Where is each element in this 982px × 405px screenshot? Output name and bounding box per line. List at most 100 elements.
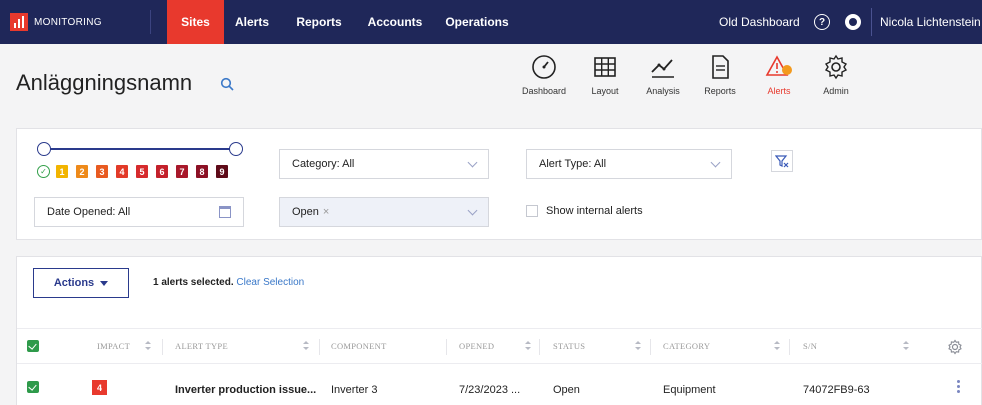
help-button[interactable]: ? bbox=[814, 0, 830, 44]
column-header-sn[interactable]: S/N bbox=[803, 341, 817, 351]
filter-panel: ✓ 123456789 Category: All Alert Type: Al… bbox=[16, 128, 982, 240]
logo-bars-icon bbox=[10, 13, 28, 31]
selection-summary: 1 alerts selected. Clear Selection bbox=[153, 277, 304, 288]
top-nav-bar: MONITORING Sites Alerts Reports Accounts… bbox=[0, 0, 982, 44]
severity-level-7[interactable]: 7 bbox=[176, 165, 188, 178]
nav-separator bbox=[150, 10, 151, 34]
nav-item-accounts[interactable]: Accounts bbox=[360, 0, 430, 44]
severity-level-3[interactable]: 3 bbox=[96, 165, 108, 178]
app-logo[interactable]: MONITORING bbox=[10, 0, 102, 44]
chip-remove-icon[interactable]: × bbox=[323, 206, 329, 218]
nav-item-alerts[interactable]: Alerts bbox=[230, 0, 274, 44]
search-icon[interactable] bbox=[220, 77, 234, 91]
tool-alerts[interactable]: Alerts bbox=[749, 52, 809, 96]
column-separator bbox=[162, 339, 163, 355]
severity-level-5[interactable]: 5 bbox=[136, 165, 148, 178]
severity-level-8[interactable]: 8 bbox=[196, 165, 208, 178]
nav-item-operations[interactable]: Operations bbox=[442, 0, 512, 44]
user-menu[interactable]: Nicola Lichtenstein bbox=[880, 0, 981, 44]
tool-label: Reports bbox=[704, 86, 736, 96]
calendar-icon bbox=[219, 206, 231, 218]
sort-icon[interactable] bbox=[774, 341, 780, 351]
show-internal-checkbox[interactable] bbox=[526, 205, 538, 217]
show-internal-label: Show internal alerts bbox=[546, 205, 643, 217]
column-separator bbox=[319, 339, 320, 355]
chevron-down-icon bbox=[467, 157, 478, 168]
date-opened-select[interactable]: Date Opened: All bbox=[34, 197, 244, 227]
column-header-component[interactable]: COMPONENT bbox=[331, 341, 387, 351]
column-header-impact[interactable]: IMPACT bbox=[97, 341, 130, 351]
impact-badge: 4 bbox=[92, 380, 107, 395]
category-value: Category: All bbox=[292, 158, 355, 170]
alert-icon bbox=[765, 55, 792, 76]
category-select[interactable]: Category: All bbox=[279, 149, 489, 179]
status-chip: Open bbox=[292, 206, 319, 218]
tool-label: Admin bbox=[823, 86, 849, 96]
old-dashboard-link[interactable]: Old Dashboard bbox=[719, 0, 800, 44]
support-button[interactable] bbox=[845, 0, 861, 44]
date-opened-value: Date Opened: All bbox=[47, 206, 131, 218]
help-icon: ? bbox=[814, 14, 830, 30]
cell-alert-type[interactable]: Inverter production issue... bbox=[175, 384, 316, 396]
column-separator bbox=[446, 339, 447, 355]
severity-level-4[interactable]: 4 bbox=[116, 165, 128, 178]
select-all-checkbox[interactable] bbox=[27, 340, 39, 352]
column-settings-gear-icon[interactable] bbox=[947, 339, 963, 355]
column-header-opened[interactable]: OPENED bbox=[459, 341, 494, 351]
severity-slider-track bbox=[43, 148, 239, 150]
severity-level-6[interactable]: 6 bbox=[156, 165, 168, 178]
actions-button[interactable]: Actions bbox=[33, 268, 129, 298]
sort-icon[interactable] bbox=[903, 341, 909, 351]
tool-label: Alerts bbox=[767, 86, 791, 96]
status-select[interactable]: Open × bbox=[279, 197, 489, 227]
column-separator bbox=[789, 339, 790, 355]
cell-category: Equipment bbox=[663, 384, 716, 396]
nav-item-reports[interactable]: Reports bbox=[290, 0, 348, 44]
sort-icon[interactable] bbox=[145, 341, 151, 351]
alert-type-value: Alert Type: All bbox=[539, 158, 607, 170]
actions-label: Actions bbox=[53, 277, 95, 289]
alert-type-select[interactable]: Alert Type: All bbox=[526, 149, 732, 179]
cell-opened: 7/23/2023 ... bbox=[459, 384, 521, 396]
chevron-down-icon bbox=[710, 157, 721, 168]
alerts-table-panel: Actions 1 alerts selected. Clear Selecti… bbox=[16, 256, 982, 405]
severity-ok-icon[interactable]: ✓ bbox=[37, 165, 50, 178]
tool-reports[interactable]: Reports bbox=[690, 52, 750, 96]
sort-icon[interactable] bbox=[303, 341, 309, 351]
row-menu-icon[interactable] bbox=[957, 380, 961, 395]
grid-icon bbox=[594, 57, 616, 77]
chevron-down-icon bbox=[467, 205, 478, 216]
chart-line-icon bbox=[651, 59, 674, 78]
tool-dashboard[interactable]: Dashboard bbox=[514, 52, 574, 96]
severity-slider-max-handle[interactable] bbox=[229, 142, 243, 156]
cell-component: Inverter 3 bbox=[331, 384, 378, 396]
dashboard-icon bbox=[532, 55, 556, 79]
tool-admin[interactable]: Admin bbox=[806, 52, 866, 96]
caret-down-icon bbox=[100, 280, 109, 286]
severity-slider-min-handle[interactable] bbox=[37, 142, 51, 156]
cell-sn: 74072FB9-63 bbox=[803, 384, 870, 396]
column-header-category[interactable]: CATEGORY bbox=[663, 341, 710, 351]
column-header-status[interactable]: STATUS bbox=[553, 341, 585, 351]
gear-icon bbox=[824, 54, 848, 80]
clear-filters-button[interactable] bbox=[771, 150, 793, 172]
column-header-alert-type[interactable]: ALERT TYPE bbox=[175, 341, 228, 351]
support-icon bbox=[845, 14, 861, 30]
column-separator bbox=[539, 339, 540, 355]
filter-clear-icon bbox=[775, 155, 789, 168]
severity-level-1[interactable]: 1 bbox=[56, 165, 68, 178]
sort-icon[interactable] bbox=[525, 341, 531, 351]
severity-level-2[interactable]: 2 bbox=[76, 165, 88, 178]
sort-icon[interactable] bbox=[635, 341, 641, 351]
tool-label: Layout bbox=[591, 86, 619, 96]
clear-selection-link[interactable]: Clear Selection bbox=[236, 277, 304, 288]
document-icon bbox=[712, 55, 729, 79]
tool-analysis[interactable]: Analysis bbox=[633, 52, 693, 96]
severity-level-9[interactable]: 9 bbox=[216, 165, 228, 178]
row-select-checkbox[interactable] bbox=[27, 381, 39, 393]
tool-label: Analysis bbox=[646, 86, 680, 96]
column-separator bbox=[650, 339, 651, 355]
tool-layout[interactable]: Layout bbox=[575, 52, 635, 96]
logo-text: MONITORING bbox=[34, 16, 102, 28]
nav-item-sites[interactable]: Sites bbox=[167, 0, 224, 44]
